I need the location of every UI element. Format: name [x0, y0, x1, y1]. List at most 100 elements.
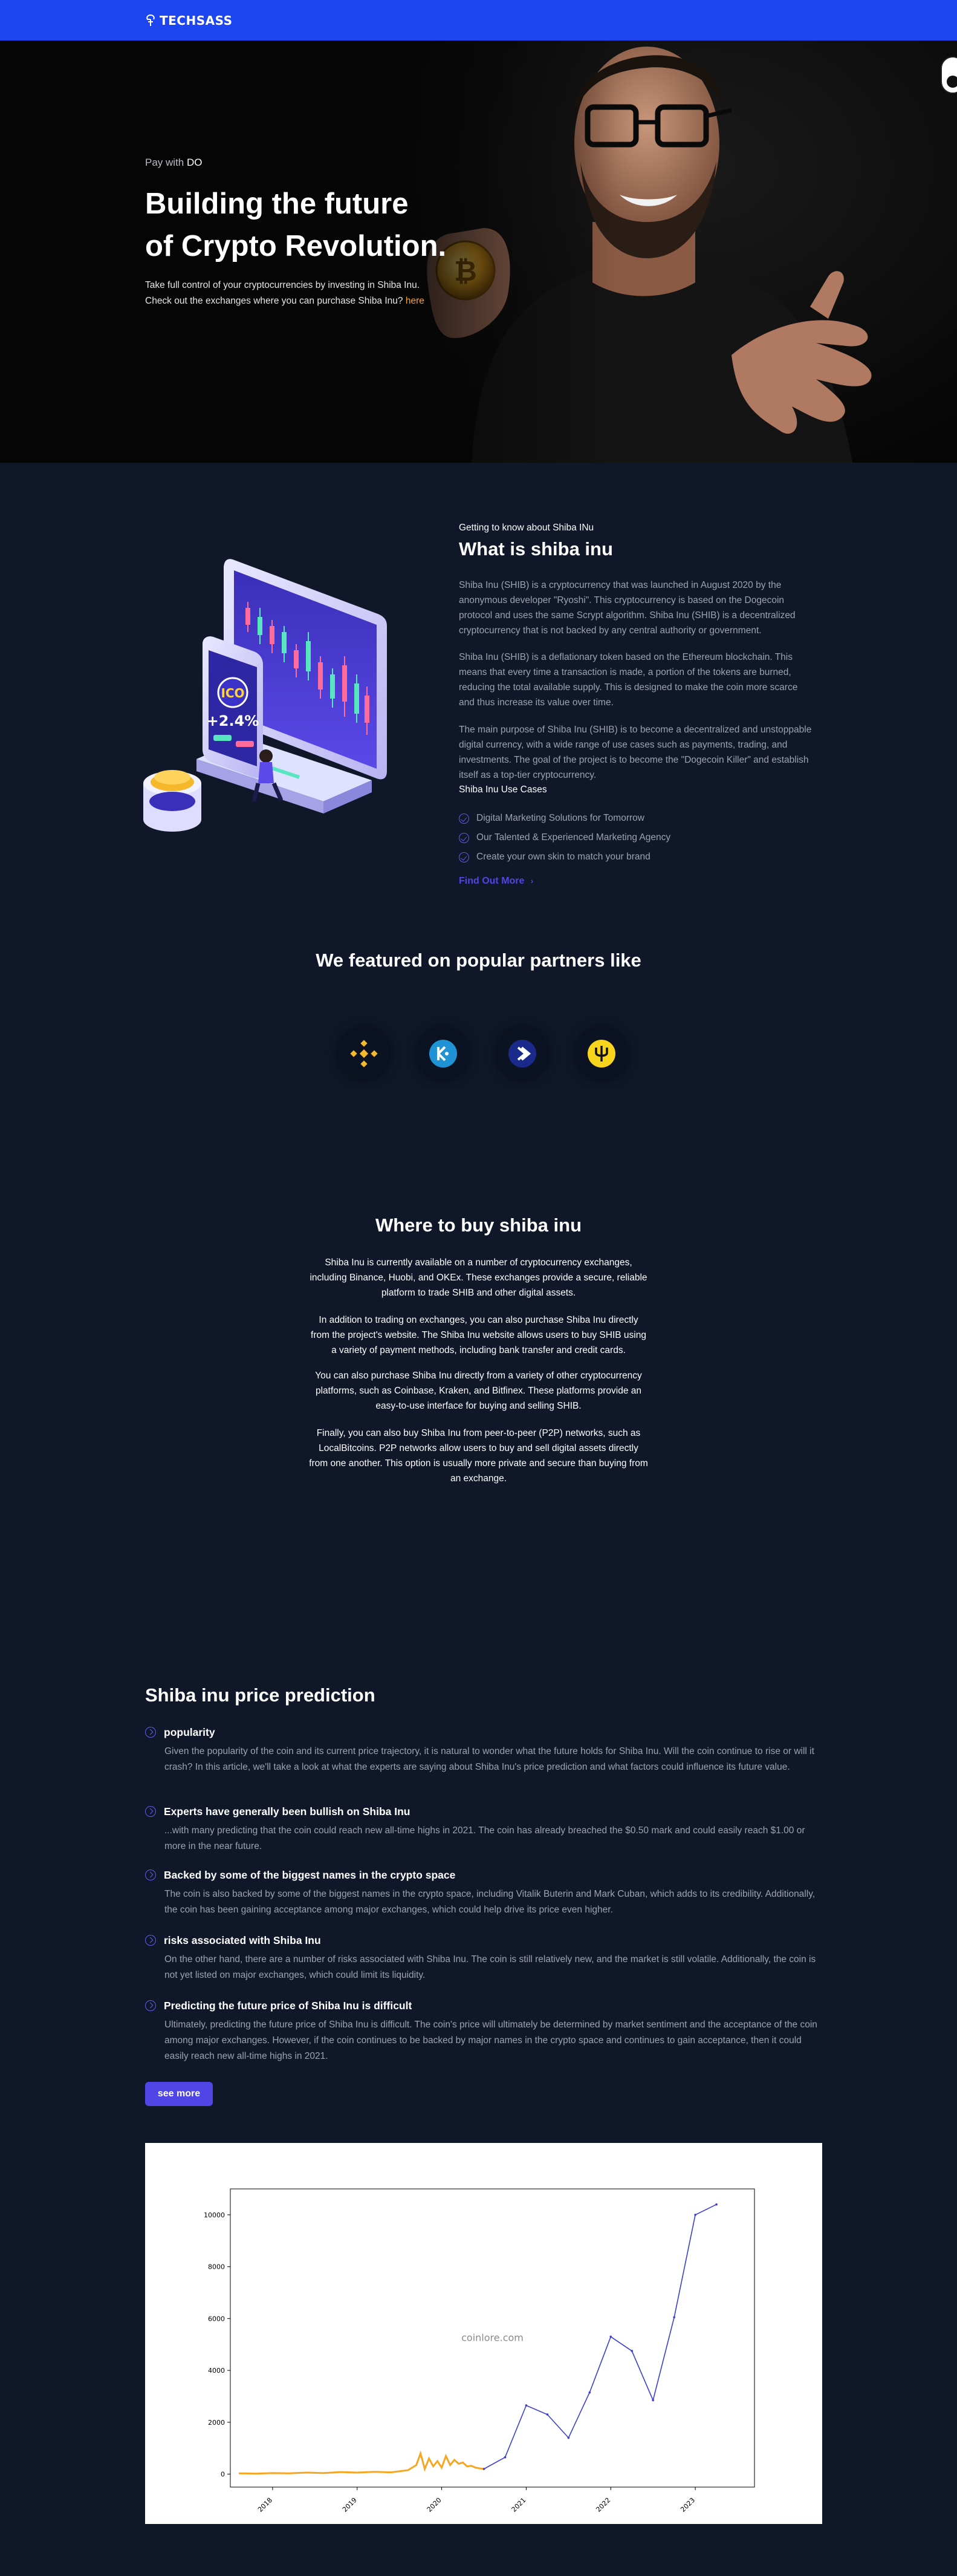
y-tick-label: 6000	[208, 2315, 225, 2323]
x-tick-label: 2019	[341, 2496, 358, 2514]
data-point	[715, 2203, 718, 2206]
partner-exchange[interactable]	[497, 1028, 548, 1079]
use-cases-title: Shiba Inu Use Cases	[459, 784, 547, 795]
series-line-0	[238, 2450, 484, 2475]
prediction-item: risks associated with Shiba Inu On the o…	[145, 1932, 822, 1983]
hero-subtitle-line2: Check out the exchanges where you can pu…	[145, 296, 406, 306]
prediction-heading: popularity	[145, 1724, 822, 1740]
prediction-body: ...with many predicting that the coin co…	[164, 1825, 805, 1851]
prediction-title: Shiba inu price prediction	[145, 1684, 375, 1706]
hero-title-line1: Building the future	[145, 187, 409, 220]
about-paragraph-2: Shiba Inu (SHIB) is a deflationary token…	[459, 652, 798, 708]
use-case-text: Create your own skin to match your brand	[476, 852, 650, 862]
kucoin-icon	[429, 1040, 457, 1068]
prediction-body: Given the popularity of the coin and its…	[164, 1746, 814, 1772]
hero-title-line2: of Crypto Revolution.	[145, 230, 447, 262]
brand-logo[interactable]: TECHSASS	[145, 13, 233, 28]
y-tick-label: 4000	[208, 2367, 225, 2375]
buy-paragraph-4: Finally, you can also buy Shiba Inu from…	[309, 1428, 648, 1484]
trident-icon	[588, 1040, 615, 1068]
price-line-chart: 0 2000 4000 6000 8000 10000 2018 2019 2020 2021 20…	[204, 2188, 755, 2514]
x-tick-label: 2021	[510, 2496, 528, 2514]
hero-pre-label: Pay with DO	[145, 157, 202, 169]
prediction-heading: Experts have generally been bullish on S…	[145, 1804, 822, 1819]
pre-label-highlight: DO	[186, 157, 203, 168]
y-tick-label: 2000	[208, 2419, 225, 2427]
prediction-heading-text: popularity	[164, 1726, 215, 1738]
prediction-heading-text: Experts have generally been bullish on S…	[164, 1805, 410, 1818]
hero-here-link[interactable]: here	[406, 296, 424, 306]
data-point	[673, 2316, 675, 2319]
arrow-circle-icon	[145, 1806, 156, 1817]
x-tick-label: 2023	[679, 2496, 696, 2514]
data-point	[567, 2436, 570, 2439]
arrow-circle-icon	[145, 1870, 156, 1880]
prediction-item: popularity Given the popularity of the c…	[145, 1724, 822, 1775]
top-navbar: TECHSASS	[0, 0, 957, 41]
ico-badge-text: ICO	[221, 686, 244, 700]
exchange-chevron-icon	[508, 1040, 536, 1068]
data-point	[546, 2413, 549, 2416]
partner-kucoin[interactable]	[418, 1028, 469, 1079]
y-tick-label: 8000	[208, 2263, 225, 2271]
use-case-text: Digital Marketing Solutions for Tomorrow	[476, 813, 644, 823]
pre-label-text: Pay with	[145, 157, 187, 168]
arrow-circle-icon	[145, 1727, 156, 1738]
buy-paragraph-2: In addition to trading on exchanges, you…	[311, 1315, 646, 1355]
chart-watermark: coinlore.com	[461, 2332, 524, 2344]
prediction-item: Backed by some of the biggest names in t…	[145, 1867, 822, 1918]
data-point	[694, 2214, 696, 2216]
prediction-heading-text: risks associated with Shiba Inu	[164, 1934, 321, 1946]
partner-trident[interactable]	[576, 1028, 627, 1079]
about-paragraph-1: Shiba Inu (SHIB) is a cryptocurrency tha…	[459, 580, 796, 636]
arrow-circle-icon	[145, 1935, 156, 1946]
prediction-heading: Backed by some of the biggest names in t…	[145, 1867, 822, 1883]
x-tick-label: 2018	[256, 2496, 274, 2514]
prediction-heading: Predicting the future price of Shiba Inu…	[145, 1998, 822, 2014]
hero-subtitle-line1: Take full control of your cryptocurrenci…	[145, 280, 420, 290]
y-tick-label: 10000	[204, 2211, 225, 2219]
y-tick-label: 0	[221, 2471, 225, 2479]
prediction-heading-text: Predicting the future price of Shiba Inu…	[164, 1999, 412, 2012]
data-point	[504, 2456, 507, 2459]
prediction-body: The coin is also backed by some of the b…	[164, 1889, 816, 1915]
x-tick-label: 2020	[426, 2496, 443, 2514]
prediction-heading: risks associated with Shiba Inu	[145, 1932, 822, 1948]
arrow-circle-icon	[145, 2000, 156, 2011]
data-point	[609, 2335, 612, 2338]
partner-binance[interactable]	[339, 1028, 389, 1079]
where-to-buy-title: Where to buy shiba inu	[375, 1215, 582, 1236]
use-cases-list: Digital Marketing Solutions for Tomorrow…	[459, 809, 670, 867]
brand-name: TECHSASS	[160, 13, 233, 28]
prediction-body: Ultimately, predicting the future price …	[164, 2020, 817, 2061]
buy-paragraph-1: Shiba Inu is currently available on a nu…	[310, 1257, 647, 1298]
check-circle-icon	[459, 852, 469, 862]
data-point	[652, 2399, 654, 2402]
buy-paragraph-3: You can also purchase Shiba Inu directly…	[315, 1371, 642, 1411]
toggle-knob-icon	[947, 76, 957, 88]
see-more-button[interactable]: see more	[145, 2082, 213, 2106]
crypto-trading-illustration: ICO +2.4%	[143, 559, 387, 832]
theme-toggle[interactable]	[941, 56, 957, 94]
prediction-item: Predicting the future price of Shiba Inu…	[145, 1998, 822, 2064]
logo-icon	[146, 15, 155, 26]
binance-icon	[350, 1040, 378, 1068]
percent-badge-text: +2.4%	[207, 712, 259, 729]
prediction-body: On the other hand, there are a number of…	[164, 1954, 816, 1980]
check-circle-icon	[459, 813, 469, 824]
about-kicker: Getting to know about Shiba INu	[459, 523, 594, 533]
partners-title: We featured on popular partners like	[316, 950, 641, 971]
use-case-text: Our Talented & Experienced Marketing Age…	[476, 832, 671, 843]
data-point	[588, 2391, 591, 2394]
list-item: Create your own skin to match your brand	[459, 847, 670, 867]
about-title: What is shiba inu	[459, 538, 613, 559]
data-point	[525, 2404, 528, 2407]
prediction-heading-text: Backed by some of the biggest names in t…	[164, 1868, 456, 1881]
list-item: Our Talented & Experienced Marketing Age…	[459, 828, 670, 847]
hero-subtitle: Take full control of your cryptocurrenci…	[145, 278, 459, 309]
hero-title: Building the future of Crypto Revolution…	[145, 183, 484, 267]
x-tick-label: 2022	[594, 2496, 612, 2514]
find-out-more-label: Find Out More	[459, 876, 525, 886]
find-out-more-link[interactable]: Find Out More ›	[459, 876, 533, 887]
chevron-right-icon: ›	[530, 876, 534, 885]
